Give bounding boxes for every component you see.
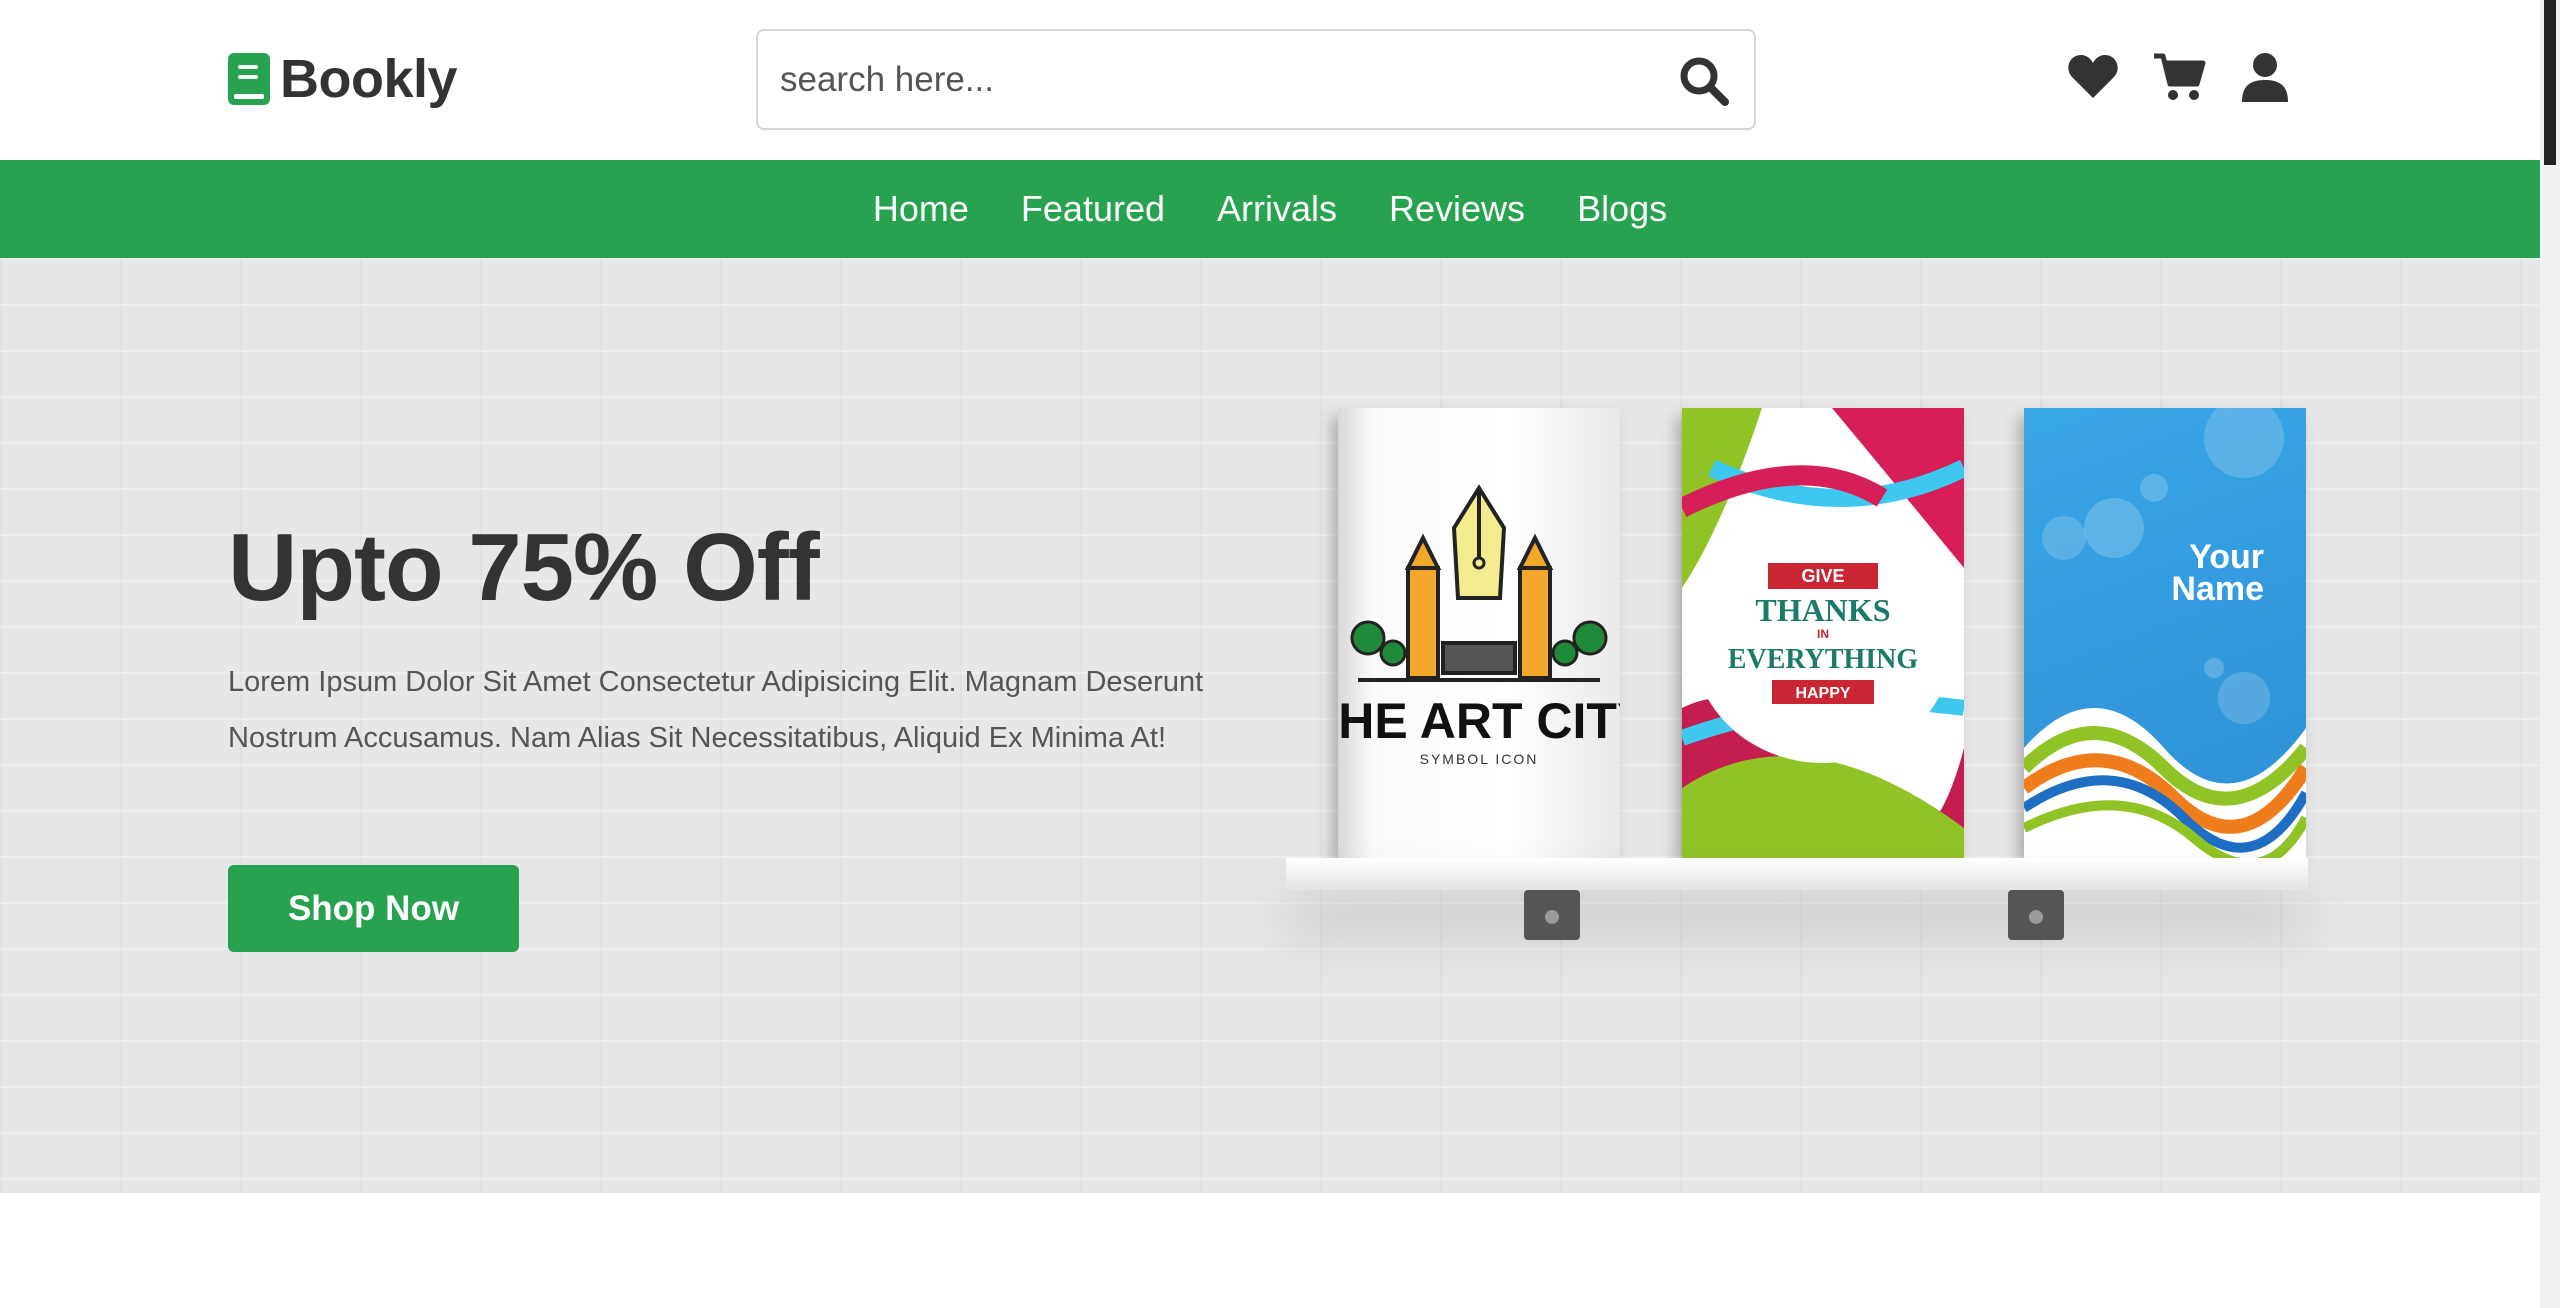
shelf bbox=[1286, 858, 2308, 890]
user-icon[interactable] bbox=[2238, 50, 2292, 104]
shelf-bracket-left bbox=[1524, 890, 1580, 940]
hero-section: Upto 75% Off Lorem Ipsum Dolor Sit Amet … bbox=[0, 258, 2540, 1193]
header-icons bbox=[2066, 50, 2292, 104]
book-cover-your-name[interactable]: Your Name bbox=[2024, 408, 2306, 858]
book2-line4: EVERYTHING bbox=[1728, 644, 1919, 675]
book3-line2: Name bbox=[2171, 570, 2264, 608]
nav-home[interactable]: Home bbox=[873, 188, 969, 230]
book-shelf-illustration: THE ART CITY SYMBOL ICON GIVE bbox=[1280, 408, 2320, 968]
page-scrollbar[interactable] bbox=[2540, 0, 2560, 1308]
book1-subtitle: SYMBOL ICON bbox=[1420, 751, 1539, 767]
heart-icon[interactable] bbox=[2066, 50, 2120, 104]
art-city-illustration: THE ART CITY SYMBOL ICON bbox=[1338, 484, 1620, 767]
hero-title: Upto 75% Off bbox=[228, 514, 820, 621]
book-cover-give-thanks[interactable]: GIVE THANKS IN EVERYTHING HAPPY bbox=[1682, 408, 1964, 858]
cart-icon[interactable] bbox=[2152, 50, 2206, 104]
book2-line2: THANKS bbox=[1755, 592, 1890, 628]
shop-now-button[interactable]: Shop Now bbox=[228, 865, 519, 952]
book2-line5: HAPPY bbox=[1795, 685, 1850, 702]
search-form bbox=[756, 29, 1756, 130]
nav-featured[interactable]: Featured bbox=[1021, 188, 1165, 230]
search-icon[interactable] bbox=[1678, 55, 1730, 107]
nav-reviews[interactable]: Reviews bbox=[1389, 188, 1525, 230]
search-input[interactable] bbox=[780, 31, 1660, 128]
page: Bookly Home Fe bbox=[0, 0, 2560, 1308]
top-header: Bookly bbox=[0, 0, 2540, 160]
book-logo-icon bbox=[228, 53, 270, 105]
book1-title: THE ART CITY bbox=[1338, 693, 1620, 749]
nav-blogs[interactable]: Blogs bbox=[1577, 188, 1667, 230]
logo[interactable]: Bookly bbox=[228, 48, 458, 110]
book-cover-art-city[interactable]: THE ART CITY SYMBOL ICON bbox=[1338, 408, 1620, 858]
scrollbar-thumb[interactable] bbox=[2544, 0, 2556, 165]
give-thanks-illustration: GIVE THANKS IN EVERYTHING HAPPY bbox=[1682, 408, 1964, 858]
book2-line3: IN bbox=[1817, 627, 1829, 641]
book2-line1: GIVE bbox=[1801, 566, 1844, 586]
logo-text: Bookly bbox=[280, 49, 458, 109]
hero-description: Lorem Ipsum Dolor Sit Amet Consectetur A… bbox=[228, 666, 1204, 754]
shelf-bracket-right bbox=[2008, 890, 2064, 940]
nav-arrivals[interactable]: Arrivals bbox=[1217, 188, 1337, 230]
your-name-illustration: Your Name bbox=[2024, 408, 2306, 858]
main-navbar: Home Featured Arrivals Reviews Blogs bbox=[0, 160, 2540, 258]
